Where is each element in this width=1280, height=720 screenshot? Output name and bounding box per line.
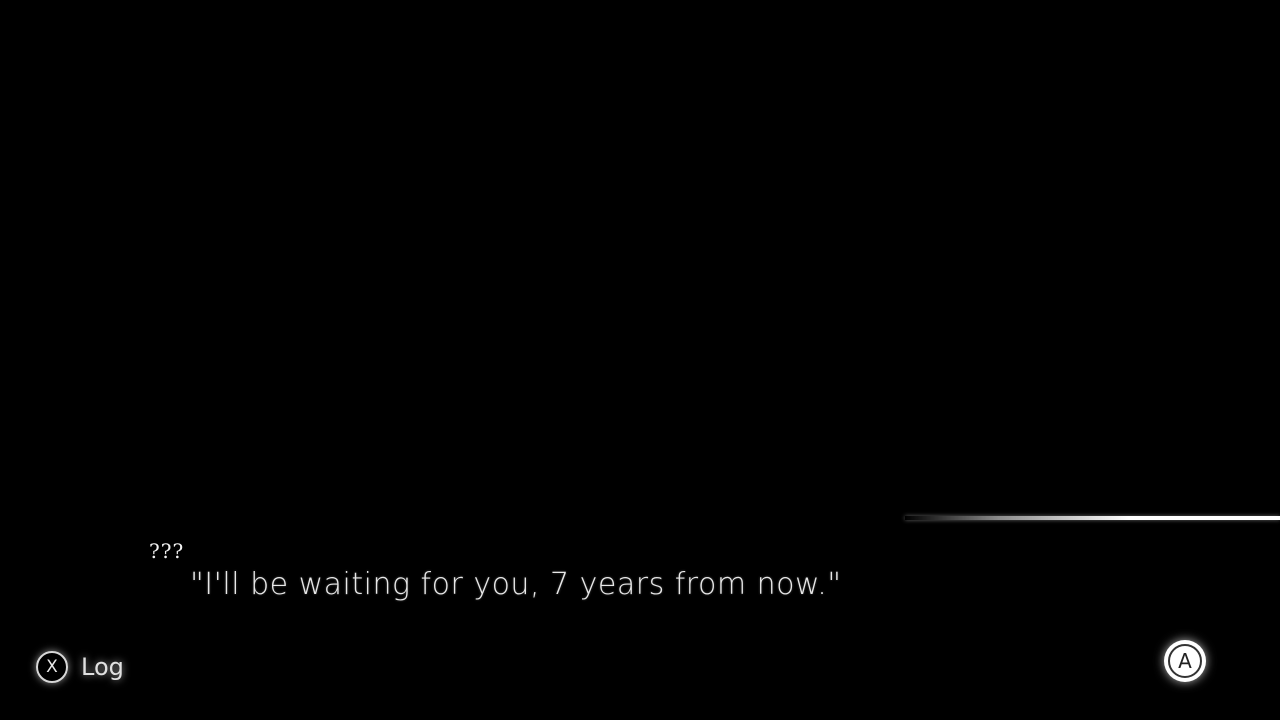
- log-label: Log: [81, 653, 124, 681]
- x-button-icon: X: [36, 651, 68, 683]
- a-button-glyph: A: [1178, 649, 1192, 673]
- game-screen[interactable]: ??? "I'll be waiting for you, 7 years fr…: [0, 0, 1280, 720]
- advance-button[interactable]: A: [1164, 640, 1206, 682]
- speaker-name: ???: [149, 539, 185, 563]
- dialogue-divider-line: [905, 516, 1280, 520]
- x-button-glyph: X: [46, 656, 58, 677]
- log-button[interactable]: X Log: [36, 651, 124, 683]
- a-button-icon: A: [1168, 644, 1202, 678]
- dialogue-text: "I'll be waiting for you, 7 years from n…: [190, 567, 842, 602]
